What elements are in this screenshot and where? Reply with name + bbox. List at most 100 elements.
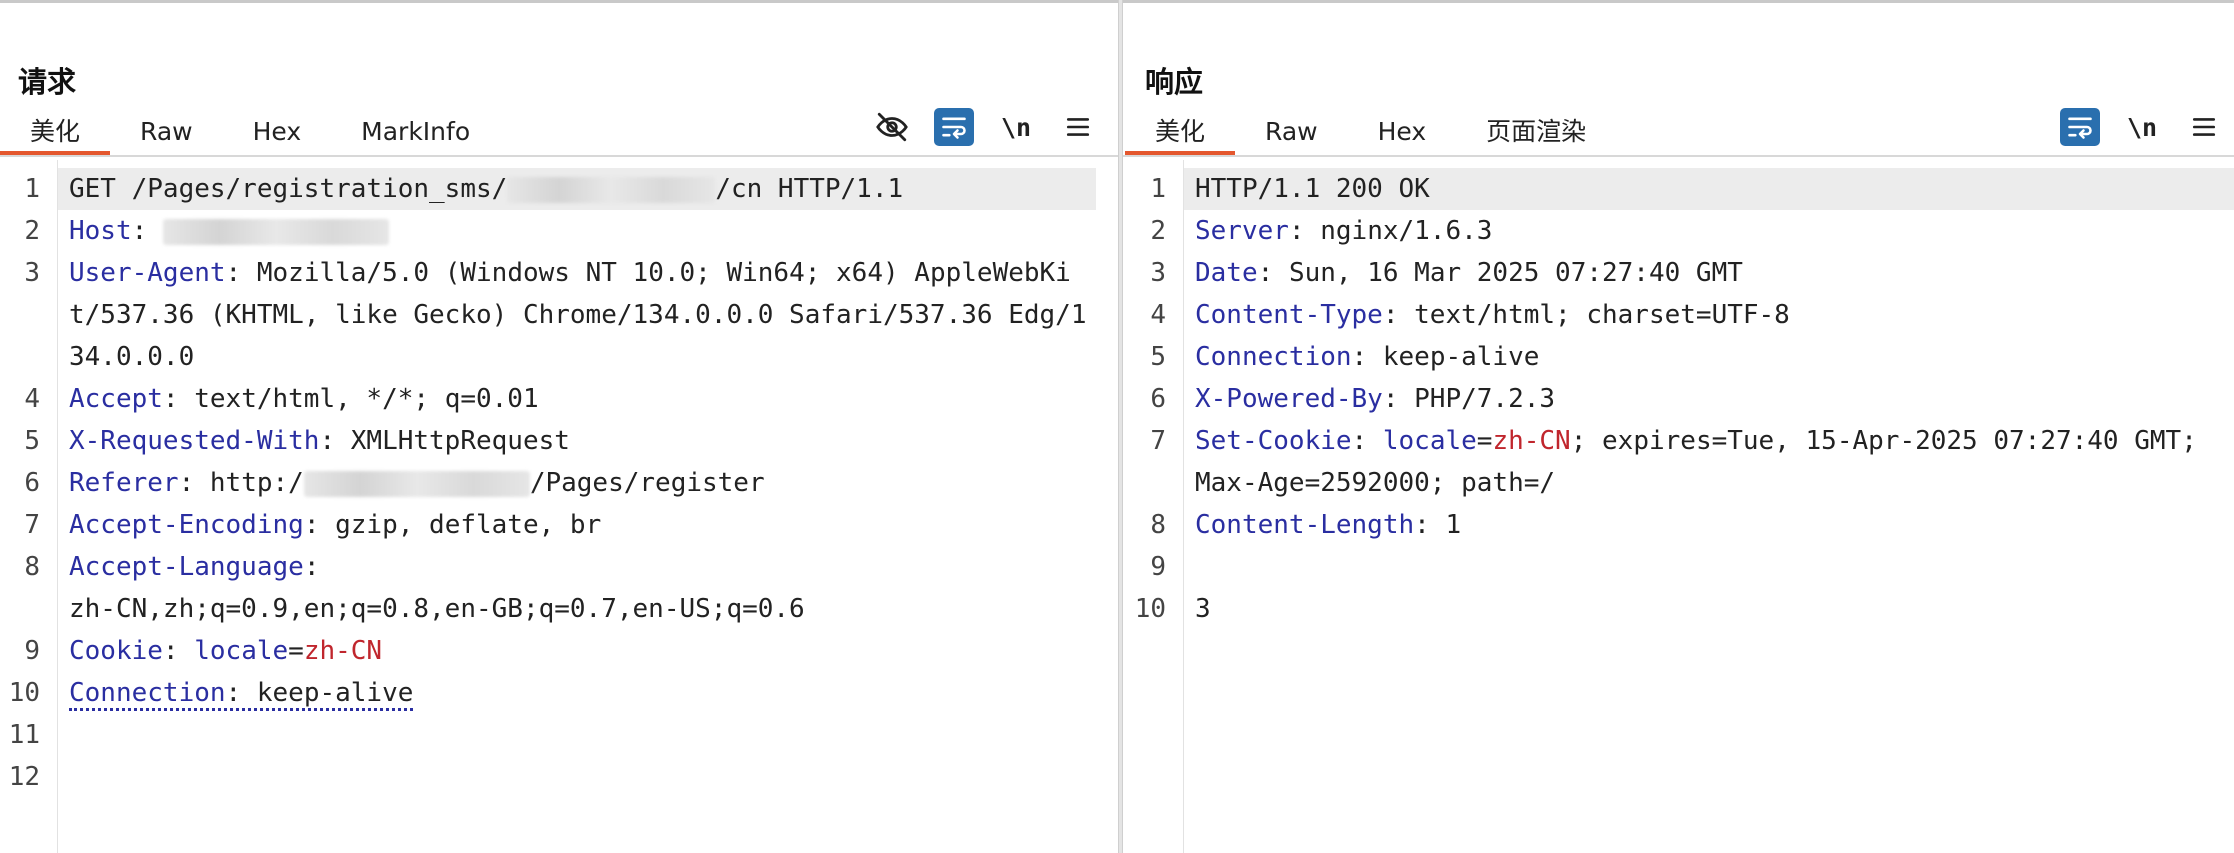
header-key-server: Server [1195,216,1289,246]
response-wrap-button[interactable] [2060,108,2100,146]
line-number: 7 [24,510,40,540]
request-tabs-divider [0,155,1118,157]
code-line: 5 Connection: keep-alive [1123,336,2234,378]
code-line: 11 [0,714,1118,756]
code-line: 2 Host: [0,210,1118,252]
request-pane: 请求 美化 Raw Hex MarkInfo \n 1 GET /Pages/r… [0,3,1118,853]
line-number: 8 [24,552,40,582]
tab-request-markinfo[interactable]: MarkInfo [331,111,500,155]
header-key-accept-encoding: Accept-Encoding [69,510,304,540]
newline-label: \n [1000,112,1032,142]
line-number: 2 [24,216,40,246]
header-key-date: Date [1195,258,1258,288]
menu-icon [2192,118,2216,136]
header-value-accept-encoding: gzip, deflate, br [335,510,602,540]
tab-request-hex[interactable]: Hex [223,111,332,155]
response-menu-button[interactable] [2184,108,2224,146]
wrap-lines-icon [942,117,966,139]
request-newline-button[interactable]: \n [996,108,1036,146]
request-line: GET /Pages/registration_sms/ /cn HTTP/1.1 [58,168,1096,210]
line-number: 4 [1150,300,1166,330]
header-value-x-requested-with: XMLHttpRequest [350,426,570,456]
response-pane: 响应 美化 Raw Hex 页面渲染 \n 1 HTTP/1.1 200 OK … [1123,3,2234,853]
header-key-referer: Referer [69,468,179,498]
code-line: 4 Accept: text/html, */*; q=0.01 [0,378,1118,420]
header-key-accept: Accept [69,384,163,414]
code-line: 7 Accept-Encoding: gzip, deflate, br [0,504,1118,546]
response-newline-button[interactable]: \n [2122,108,2162,146]
menu-icon [1066,118,1090,136]
request-wrap-button[interactable] [934,108,974,146]
header-value-referer-end: /Pages/register [529,468,765,498]
header-key-x-requested-with: X-Requested-With [69,426,320,456]
tab-response-render[interactable]: 页面渲染 [1456,111,1616,155]
line-number: 11 [8,720,40,750]
request-menu-button[interactable] [1058,108,1098,146]
header-key-content-length: Content-Length [1195,510,1415,540]
code-line: 1 HTTP/1.1 200 OK [1123,168,2234,210]
line-number: 6 [24,468,40,498]
response-tabs-divider [1123,155,2234,157]
tab-request-pretty[interactable]: 美化 [0,111,111,155]
header-key-connection: Connection [69,678,226,708]
header-key-host: Host [69,216,132,246]
request-toolbar: \n [872,107,1098,147]
status-line: HTTP/1.1 200 OK [1184,168,2234,210]
line-number: 7 [1150,426,1166,456]
header-key-x-powered-by: X-Powered-By [1195,384,1383,414]
redacted-text [507,176,716,203]
line-number: 5 [24,426,40,456]
header-value-server: nginx/1.6.3 [1320,216,1493,246]
header-value-accept: text/html, */*; q=0.01 [194,384,539,414]
line-number: 10 [8,678,40,708]
header-value-accept-language: zh-CN,zh;q=0.9,en;q=0.8,en-GB;q=0.7,en-U… [69,594,805,624]
header-key-set-cookie: Set-Cookie [1195,426,1352,456]
line-number: 1 [1150,174,1166,204]
header-key-user-agent: User-Agent [69,258,226,288]
tab-response-hex[interactable]: Hex [1348,111,1457,155]
code-line: 10 Connection: keep-alive [0,672,1118,714]
response-tabs: 美化 Raw Hex 页面渲染 [1125,111,1616,155]
line-number: 9 [24,636,40,666]
header-value-referer-start: http:/ [209,468,304,498]
code-line: 3 User-Agent: Mozilla/5.0 (Windows NT 10… [0,252,1118,378]
cookie-name: locale [194,636,289,666]
cookie-value: zh-CN [1492,426,1571,456]
request-editor[interactable]: 1 GET /Pages/registration_sms/ /cn HTTP/1… [0,168,1118,798]
redacted-text [303,470,530,497]
code-line: 8 Accept-Language: zh-CN,zh;q=0.9,en;q=0.… [0,546,1118,630]
code-line: 12 [0,756,1118,798]
code-line: 10 3 [1123,588,2234,630]
header-value-content-type: text/html; charset=UTF-8 [1414,300,1790,330]
line-number: 4 [24,384,40,414]
line-number: 8 [1150,510,1166,540]
line-number: 12 [8,762,40,792]
header-value-connection: keep-alive [1382,342,1540,372]
redacted-text [162,218,389,245]
code-line: 1 GET /Pages/registration_sms/ /cn HTTP/1… [0,168,1118,210]
hide-nonprintable-button[interactable] [872,108,912,146]
line-number: 3 [1150,258,1166,288]
line-number: 3 [24,258,40,288]
header-key-content-type: Content-Type [1195,300,1383,330]
tab-response-pretty[interactable]: 美化 [1125,111,1236,155]
response-body: 3 [1195,594,1211,624]
newline-label: \n [2126,112,2158,142]
code-line: 6 X-Powered-By: PHP/7.2.3 [1123,378,2234,420]
code-line: 7 Set-Cookie: locale=zh-CN; expires=Tue,… [1123,420,2234,504]
line-number: 10 [1134,594,1166,624]
header-key-cookie: Cookie [69,636,163,666]
tab-request-raw[interactable]: Raw [110,111,223,155]
connection-header-highlight: Connection: keep-alive [69,678,414,711]
code-line: 3 Date: Sun, 16 Mar 2025 07:27:40 GMT [1123,252,2234,294]
response-toolbar: \n [2060,107,2224,147]
header-value-date: Sun, 16 Mar 2025 07:27:40 GMT [1288,258,1743,288]
tab-response-raw[interactable]: Raw [1235,111,1348,155]
wrap-lines-icon [2068,117,2092,139]
cookie-name: locale [1382,426,1477,456]
header-key-accept-language: Accept-Language [69,552,304,582]
code-line: 5 X-Requested-With: XMLHttpRequest [0,420,1118,462]
response-editor[interactable]: 1 HTTP/1.1 200 OK 2 Server: nginx/1.6.3 … [1123,168,2234,630]
code-line: 9 [1123,546,2234,588]
code-line: 2 Server: nginx/1.6.3 [1123,210,2234,252]
